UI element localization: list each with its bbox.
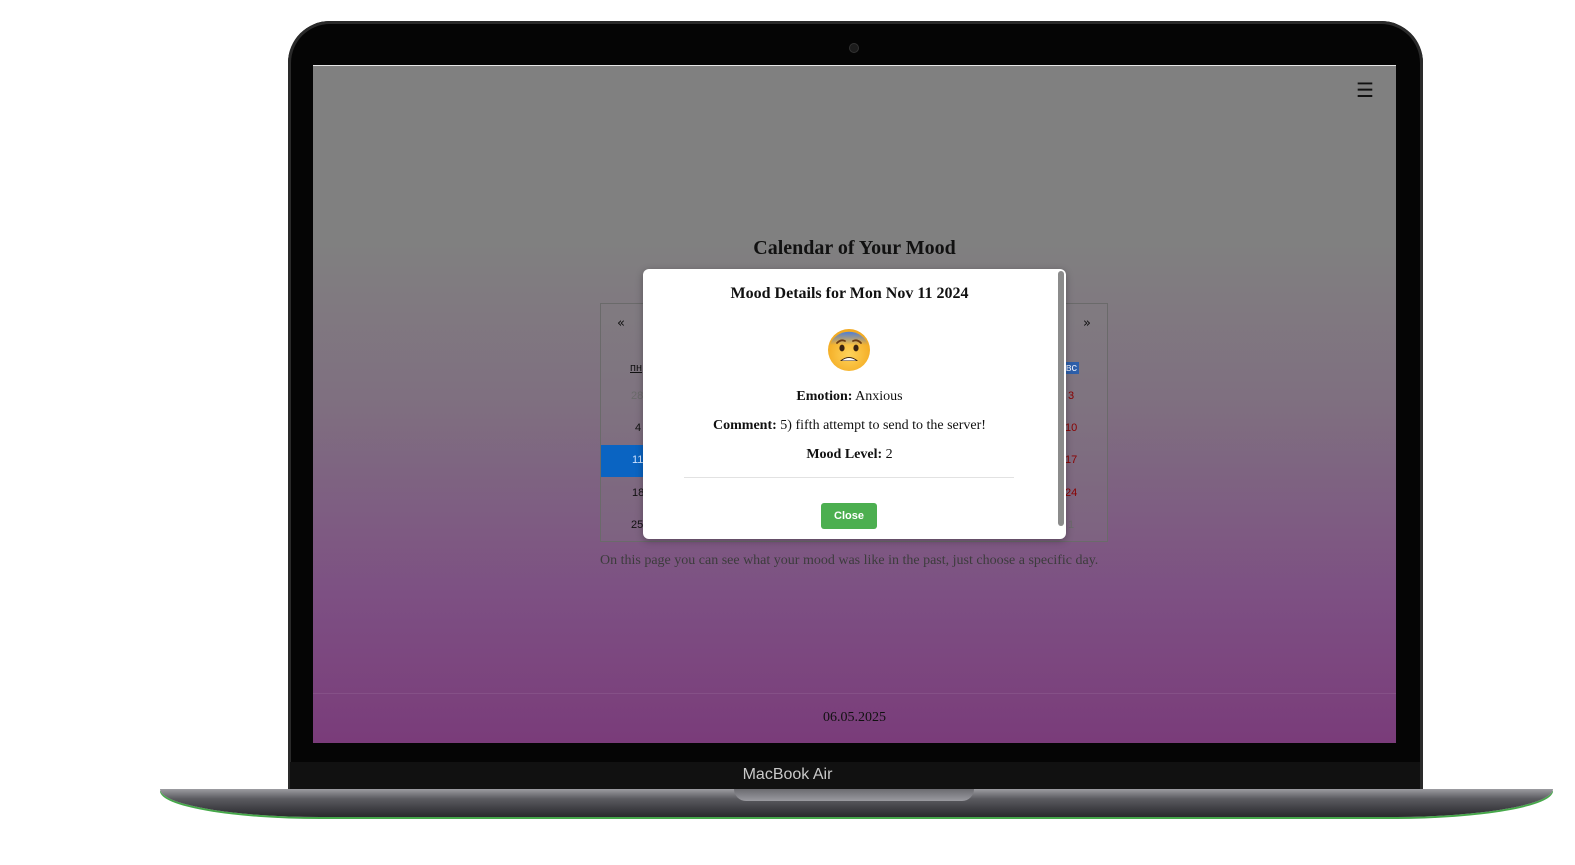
next-month-button[interactable]: » bbox=[1083, 316, 1091, 331]
calendar-day-selected[interactable]: 11 bbox=[632, 454, 643, 466]
calendar-day-weekend[interactable]: 17 bbox=[1065, 454, 1077, 466]
page-title: Calendar of Your Mood bbox=[753, 237, 956, 259]
hamburger-menu-icon[interactable]: ☰ bbox=[1356, 78, 1374, 102]
comment-line: Comment: 5) fifth attempt to send to the… bbox=[643, 418, 1056, 434]
calendar-day-weekend[interactable]: 24 bbox=[1065, 487, 1077, 499]
emotion-label: Emotion: bbox=[796, 389, 853, 404]
comment-label: Comment: bbox=[713, 418, 777, 433]
calendar-day-weekend[interactable]: 3 bbox=[1068, 390, 1074, 402]
weekday-header-sunday: вс bbox=[1063, 362, 1079, 374]
mood-details-modal: Mood Details for Mon Nov 11 2024 Emotion… bbox=[643, 269, 1066, 539]
modal-title: Mood Details for Mon Nov 11 2024 bbox=[730, 285, 969, 302]
laptop-opening-notch bbox=[734, 789, 974, 801]
modal-divider bbox=[684, 477, 1014, 478]
calendar-day[interactable]: 4 bbox=[635, 422, 641, 434]
page-hint: On this page you can see what your mood … bbox=[600, 553, 1099, 568]
emotion-value: Anxious bbox=[852, 389, 903, 404]
calendar-day-weekend[interactable]: 10 bbox=[1065, 422, 1077, 434]
calendar-day[interactable]: 1 bbox=[1068, 519, 1074, 531]
laptop-brand-label: MacBook Air bbox=[742, 766, 833, 783]
mood-level-line: Mood Level: 2 bbox=[643, 447, 1056, 463]
anxious-face-emoji-icon bbox=[828, 329, 870, 371]
comment-value: 5) fifth attempt to send to the server! bbox=[776, 418, 986, 433]
mood-level-label: Mood Level: bbox=[806, 447, 883, 462]
emotion-line: Emotion: Anxious bbox=[643, 389, 1056, 405]
calendar-day[interactable]: 28 bbox=[631, 390, 643, 402]
prev-month-button[interactable]: « bbox=[617, 316, 625, 331]
mood-level-value: 2 bbox=[882, 447, 893, 462]
close-button[interactable]: Close bbox=[821, 503, 877, 529]
footer-date: 06.05.2025 bbox=[823, 710, 886, 725]
weekday-header-monday: пн bbox=[630, 362, 643, 374]
modal-scrollbar[interactable] bbox=[1058, 271, 1064, 526]
footer: 06.05.2025 bbox=[313, 693, 1396, 743]
calendar-day[interactable]: 25 bbox=[631, 519, 643, 531]
camera bbox=[850, 44, 858, 52]
